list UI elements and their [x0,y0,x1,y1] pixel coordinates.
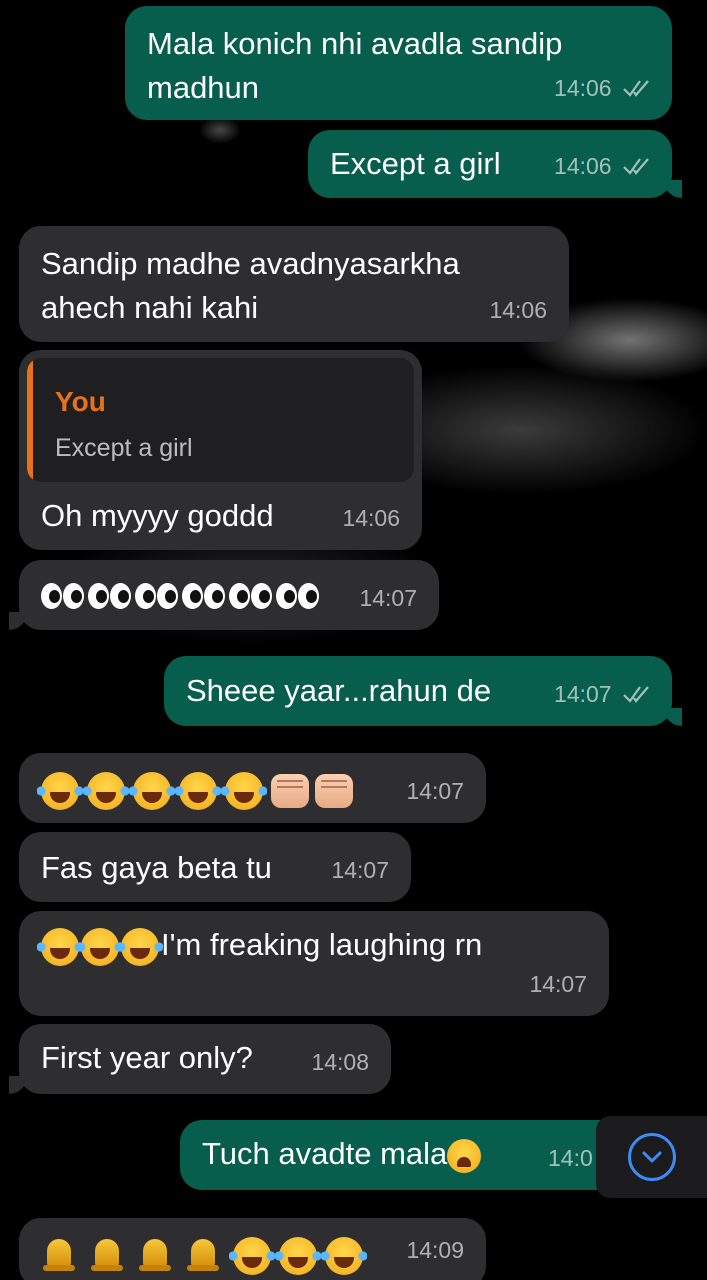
message-text: Except a girl [330,146,501,181]
message-meta: 14:07 [406,769,464,813]
laughing-emoji [37,771,271,810]
message-text: ahech nahi kahi [41,290,259,325]
timestamp: 14:0 [548,1145,593,1171]
message-meta: 14:06 [554,66,654,110]
read-receipt-icon [623,80,649,97]
message-incoming-reply[interactable]: You Except a girl Oh myyyy goddd 14:06 [19,350,422,550]
eyes-emoji [41,576,323,611]
timestamp: 14:07 [406,778,464,804]
message-text: Fas gaya beta tu [41,850,272,885]
timestamp: 14:06 [554,75,612,101]
read-receipt-icon [623,158,649,175]
timestamp: 14:07 [331,857,389,883]
timestamp: 14:08 [311,1049,369,1075]
fist-bump-emoji [271,771,359,808]
timestamp: 14:07 [529,971,587,997]
message-incoming[interactable]: 14:07 [9,560,439,630]
message-text: Tuch avadte mala [202,1136,448,1171]
timestamp: 14:09 [406,1237,464,1263]
chevron-down-icon [627,1133,676,1181]
laughing-emoji [229,1236,371,1275]
bell-emoji [41,1236,233,1271]
message-outgoing[interactable]: Except a girl 14:06 [308,130,682,198]
message-meta: 14:06 [554,144,654,188]
message-meta: 14:07 [331,848,389,892]
quote-accent-bar [27,358,33,482]
timestamp: 14:06 [342,505,400,531]
quoted-message[interactable]: You Except a girl [27,358,414,482]
message-meta: 14:07 [529,962,587,1006]
timestamp: 14:07 [359,585,417,611]
message-incoming[interactable]: 14:09 [19,1218,486,1280]
message-meta: 14:08 [311,1040,369,1084]
message-meta: 14:0 [548,1136,593,1180]
message-text: Mala konich nhi avadla sandip [147,26,563,61]
message-incoming[interactable]: Fas gaya beta tu 14:07 [19,832,411,902]
message-outgoing[interactable]: Mala konich nhi avadla sandip madhun 14:… [125,6,672,120]
message-text: Oh myyyy goddd [41,498,274,533]
quoted-author: You [55,386,106,417]
message-meta: 14:07 [554,672,654,716]
message-outgoing[interactable]: Sheee yaar...rahun de 14:07 [164,656,682,726]
message-text: First year only? [41,1040,253,1075]
message-meta: 14:06 [489,288,547,332]
message-text: Sheee yaar...rahun de [186,673,492,708]
message-incoming[interactable]: I'm freaking laughing rn 14:07 [19,911,609,1016]
message-meta: 14:07 [359,576,417,620]
scroll-to-bottom-button[interactable] [596,1116,707,1198]
message-incoming[interactable]: 14:07 [19,753,486,823]
message-incoming[interactable]: Sandip madhe avadnyasarkha ahech nahi ka… [19,226,569,342]
crying-emoji [447,1138,482,1173]
message-meta: 14:09 [406,1228,464,1272]
timestamp: 14:06 [554,153,612,179]
laughing-emoji [37,927,163,966]
message-text: I'm freaking laughing rn [161,927,483,962]
quoted-text: Except a girl [55,434,193,462]
timestamp: 14:06 [489,297,547,323]
timestamp: 14:07 [554,681,612,707]
read-receipt-icon [623,686,649,703]
message-text: Sandip madhe avadnyasarkha [41,246,460,281]
message-meta: 14:06 [342,496,400,540]
message-incoming[interactable]: First year only? 14:08 [9,1024,391,1094]
